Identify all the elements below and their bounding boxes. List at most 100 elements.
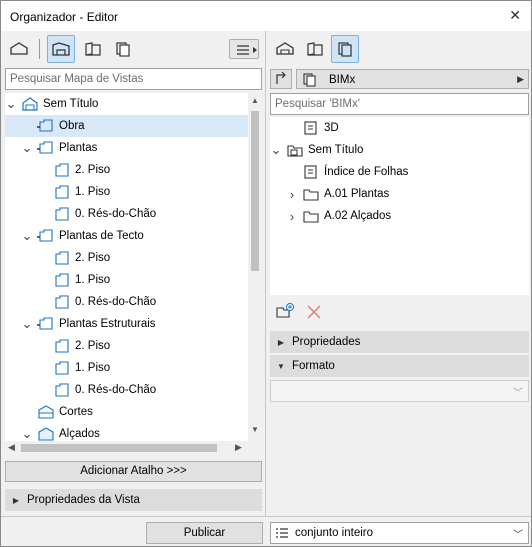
view-map-button[interactable] bbox=[47, 35, 75, 63]
view-map-tree: ⌄ Sem Título Obra ⌄ Plantas 2. Piso 1. Piso 0. … bbox=[5, 93, 248, 441]
tree-row[interactable]: Obra bbox=[5, 115, 248, 137]
right-layout-book-button[interactable] bbox=[301, 35, 329, 63]
view-folder-icon bbox=[37, 141, 53, 154]
properties-label: Propriedades bbox=[292, 336, 361, 348]
tree-row[interactable]: ⌄ Plantas bbox=[5, 137, 248, 159]
layout-book-button[interactable] bbox=[79, 35, 107, 63]
format-section[interactable]: ▼ Formato bbox=[270, 355, 529, 377]
view-icon bbox=[55, 207, 69, 221]
tree-row[interactable]: 1. Piso bbox=[5, 357, 248, 379]
view-properties-section[interactable]: ▶ Propriedades da Vista bbox=[5, 489, 262, 511]
tree-row[interactable]: ⌄ Plantas de Tecto bbox=[5, 225, 248, 247]
view-icon bbox=[55, 383, 69, 397]
right-publisher-sets-button[interactable] bbox=[331, 35, 359, 63]
folder-icon bbox=[303, 211, 319, 223]
tree-row-label: Cortes bbox=[59, 406, 93, 418]
expand-toggle-icon[interactable]: ⌄ bbox=[21, 140, 33, 156]
view-folder-icon bbox=[37, 229, 53, 242]
delete-button[interactable] bbox=[303, 301, 325, 323]
scrollbar-thumb[interactable] bbox=[251, 111, 259, 271]
collapse-toggle-icon[interactable]: › bbox=[286, 209, 298, 224]
tree-row[interactable]: 0. Rés-do-Chão bbox=[5, 203, 248, 225]
tree-row[interactable]: 0. Rés-do-Chão bbox=[5, 291, 248, 313]
toolbar-separator bbox=[39, 39, 40, 59]
publisher-sets-icon bbox=[338, 42, 352, 57]
tree-row-label: Plantas bbox=[59, 142, 98, 154]
publisher-set-name: BIMx bbox=[329, 74, 356, 86]
expand-toggle-icon[interactable]: ⌄ bbox=[21, 228, 33, 244]
publish-set-scope-dropdown[interactable]: conjunto inteiro ﹀ bbox=[270, 522, 529, 544]
tree-row[interactable]: ⌄ Plantas Estruturais bbox=[5, 313, 248, 335]
expand-toggle-icon[interactable]: ⌄ bbox=[5, 96, 17, 112]
tree-row[interactable]: 1. Piso bbox=[5, 269, 248, 291]
scroll-left-icon[interactable]: ◀ bbox=[8, 442, 15, 453]
format-dropdown[interactable]: ﹀ bbox=[270, 380, 529, 402]
tree-row[interactable]: 2. Piso bbox=[5, 159, 248, 181]
tree-row[interactable]: 3D bbox=[270, 117, 529, 139]
new-folder-button[interactable] bbox=[273, 299, 297, 323]
delete-x-icon bbox=[307, 305, 321, 319]
right-project-map-button[interactable] bbox=[271, 35, 299, 63]
tree-row-label: 3D bbox=[324, 122, 339, 134]
window-title: Organizador - Editor bbox=[10, 10, 119, 24]
tree-row[interactable]: 0. Rés-do-Chão bbox=[5, 379, 248, 401]
publish-button[interactable]: Publicar bbox=[146, 522, 263, 544]
expand-toggle-icon[interactable]: ⌄ bbox=[21, 316, 33, 332]
publisher-sets-icon bbox=[116, 42, 130, 57]
tree-row-label: 2. Piso bbox=[75, 164, 111, 176]
section-icon bbox=[38, 405, 54, 419]
tree-row-label: 1. Piso bbox=[75, 274, 111, 286]
project-map-button[interactable] bbox=[5, 35, 33, 63]
collapse-toggle-icon[interactable]: › bbox=[286, 187, 298, 202]
tree-row[interactable]: Cortes bbox=[5, 401, 248, 423]
scroll-down-icon[interactable]: ▼ bbox=[251, 425, 259, 434]
tree-row[interactable]: ⌄ Sem Título bbox=[270, 139, 529, 161]
view-icon bbox=[55, 251, 69, 265]
properties-section[interactable]: ▶ Propriedades bbox=[270, 331, 529, 353]
tree-row[interactable]: Índice de Folhas bbox=[270, 161, 529, 183]
publisher-set-selector[interactable]: BIMx ▶ bbox=[296, 69, 529, 89]
hamburger-icon bbox=[237, 45, 257, 55]
expand-toggle-icon[interactable]: ⌄ bbox=[270, 142, 282, 158]
view-properties-label: Propriedades da Vista bbox=[27, 494, 140, 506]
publisher-search-input[interactable]: Pesquisar 'BIMx' bbox=[270, 93, 529, 115]
h-scrollbar-thumb[interactable] bbox=[21, 444, 217, 452]
view-icon bbox=[55, 273, 69, 287]
view-map-horizontal-scrollbar[interactable]: ◀ ▶ bbox=[5, 441, 248, 455]
tree-row[interactable]: 2. Piso bbox=[5, 247, 248, 269]
tree-row[interactable]: › A.01 Plantas bbox=[270, 183, 529, 205]
expand-triangle-icon: ▶ bbox=[12, 495, 20, 505]
elevation-icon bbox=[38, 427, 54, 441]
tree-row-label: 1. Piso bbox=[75, 186, 111, 198]
publisher-sets-button[interactable] bbox=[109, 35, 137, 63]
tree-row[interactable]: 1. Piso bbox=[5, 181, 248, 203]
tree-row[interactable]: ⌄ Alçados bbox=[5, 423, 248, 441]
view-folder-icon bbox=[37, 317, 53, 330]
layout-book-icon bbox=[307, 42, 323, 56]
format-label: Formato bbox=[292, 360, 335, 372]
tree-row[interactable]: 2. Piso bbox=[5, 335, 248, 357]
options-menu-button[interactable] bbox=[229, 39, 259, 59]
chevron-down-icon: ﹀ bbox=[513, 388, 523, 399]
collapse-triangle-icon: ▼ bbox=[277, 361, 285, 371]
scroll-right-icon[interactable]: ▶ bbox=[235, 442, 242, 453]
tree-row[interactable]: ⌄ Sem Título bbox=[5, 93, 248, 115]
add-shortcut-button[interactable]: Adicionar Atalho >>> bbox=[5, 461, 262, 482]
close-icon[interactable]: ✕ bbox=[509, 7, 521, 24]
view-map-search-input[interactable]: Pesquisar Mapa de Vistas bbox=[5, 68, 262, 90]
tree-row-label: Sem Título bbox=[308, 144, 364, 156]
view-icon bbox=[55, 295, 69, 309]
tree-row-label: Sem Título bbox=[43, 98, 99, 110]
scroll-up-icon[interactable]: ▲ bbox=[251, 96, 259, 105]
tree-row-label: A.01 Plantas bbox=[324, 188, 390, 200]
pane-divider[interactable] bbox=[265, 31, 266, 516]
up-arrow-icon bbox=[276, 71, 286, 84]
view-icon bbox=[55, 185, 69, 199]
view-map-icon bbox=[52, 42, 70, 56]
house-icon bbox=[10, 42, 28, 55]
new-folder-icon bbox=[276, 303, 294, 318]
view-map-vertical-scrollbar[interactable]: ▲ ▼ bbox=[248, 93, 262, 441]
expand-toggle-icon[interactable]: ⌄ bbox=[21, 426, 33, 441]
up-level-button[interactable] bbox=[270, 69, 292, 89]
tree-row[interactable]: › A.02 Alçados bbox=[270, 205, 529, 227]
